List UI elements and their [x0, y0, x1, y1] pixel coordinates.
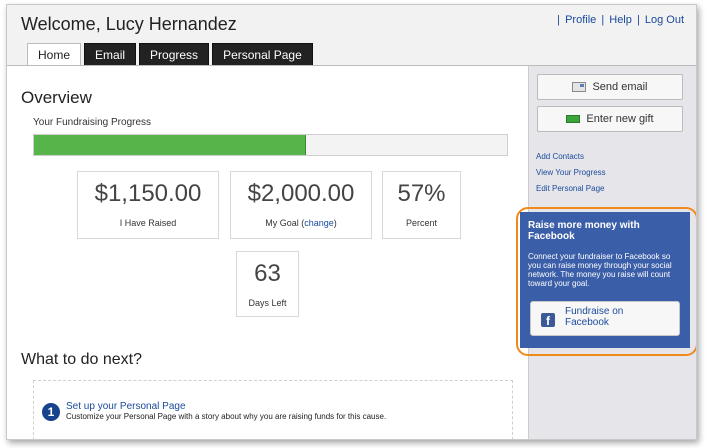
goal-label: My Goal (change): [231, 218, 371, 228]
raised-label: I Have Raised: [119, 218, 177, 228]
goal-label-text: My Goal (: [265, 218, 305, 228]
help-link[interactable]: Help: [609, 14, 632, 26]
logout-link[interactable]: Log Out: [645, 14, 684, 26]
fundraise-on-facebook-label: Fundraise on Facebook: [565, 306, 624, 328]
header: Welcome, Lucy Hernandez | Profile | Help…: [7, 5, 696, 66]
days-label: Days Left: [248, 298, 287, 308]
view-progress-link[interactable]: View Your Progress: [536, 165, 606, 181]
envelope-icon: [572, 82, 587, 92]
tab-home[interactable]: Home: [27, 43, 82, 66]
stat-goal: $2,000.00 My Goal (change): [230, 171, 372, 239]
enter-gift-label: Enter new gift: [586, 113, 654, 125]
step-number-icon: 1: [42, 403, 60, 421]
progress-bar: [33, 134, 508, 156]
stat-raised: $1,150.00 I Have Raised: [77, 171, 219, 239]
welcome-title: Welcome, Lucy Hernandez: [21, 14, 237, 34]
facebook-promo-title: Raise more money with Facebook: [528, 220, 640, 242]
add-contacts-link[interactable]: Add Contacts: [536, 149, 606, 165]
percent-label: Percent: [405, 218, 438, 228]
separator: |: [557, 14, 561, 26]
goal-label-suffix: ): [333, 218, 337, 228]
setup-personal-page-link[interactable]: Set up your Personal Page: [66, 401, 186, 412]
main-content: Overview Your Fundraising Progress $1,15…: [7, 65, 529, 439]
progress-label: Your Fundraising Progress: [33, 117, 152, 128]
tab-personal-page[interactable]: Personal Page: [212, 43, 313, 65]
overview-heading: Overview: [21, 88, 92, 107]
next-heading: What to do next?: [21, 351, 142, 368]
percent-value: 57%: [397, 180, 446, 207]
facebook-promo: Raise more money with Facebook Connect y…: [520, 212, 690, 348]
step-description: Customize your Personal Page with a stor…: [66, 412, 387, 421]
money-icon: [566, 115, 581, 123]
next-step-card: 1 Set up your Personal Page Customize yo…: [33, 380, 513, 439]
enter-gift-button[interactable]: Enter new gift: [537, 106, 683, 132]
change-goal-link[interactable]: change: [304, 218, 334, 228]
send-email-label: Send email: [592, 81, 648, 93]
profile-link[interactable]: Profile: [565, 14, 596, 26]
raised-value: $1,150.00: [94, 180, 202, 207]
app-window: Welcome, Lucy Hernandez | Profile | Help…: [6, 4, 697, 440]
tab-email[interactable]: Email: [84, 43, 137, 65]
tab-bar: Home Email Progress Personal Page: [27, 43, 313, 66]
stat-percent: 57% Percent: [382, 171, 461, 239]
days-value: 63: [254, 260, 281, 287]
progress-bar-fill: [34, 135, 306, 155]
goal-value: $2,000.00: [247, 180, 355, 207]
facebook-icon: f: [541, 313, 555, 328]
separator: |: [601, 14, 605, 26]
stat-days-left: 63 Days Left: [236, 251, 299, 317]
top-links: | Profile | Help | Log Out: [555, 14, 684, 26]
facebook-promo-description: Connect your fundraiser to Facebook so y…: [528, 252, 672, 288]
sidebar-links: Add Contacts View Your Progress Edit Per…: [536, 149, 606, 197]
separator: |: [636, 14, 640, 26]
tab-progress[interactable]: Progress: [139, 43, 210, 65]
send-email-button[interactable]: Send email: [537, 74, 683, 100]
fundraise-on-facebook-button[interactable]: f Fundraise on Facebook: [530, 301, 680, 336]
edit-personal-page-link[interactable]: Edit Personal Page: [536, 181, 606, 197]
